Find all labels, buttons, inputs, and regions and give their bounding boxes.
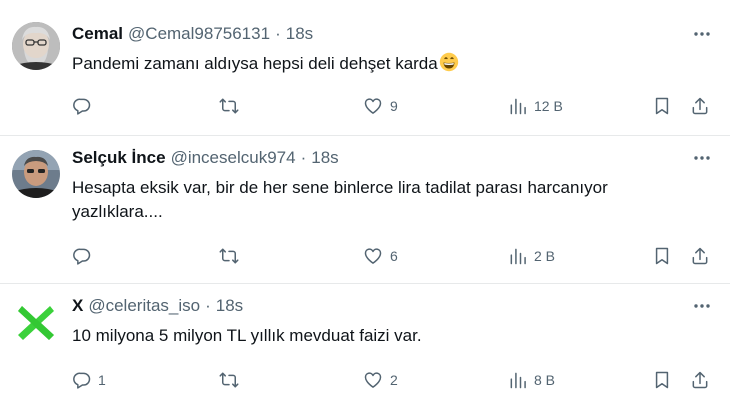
separator-dot: · [300, 148, 307, 167]
more-button[interactable] [692, 296, 712, 316]
tweet-header: Cemal @Cemal98756131 · 18s [72, 22, 712, 46]
timestamp[interactable]: 18s [286, 22, 313, 46]
tweet[interactable]: Cemal @Cemal98756131 · 18s Pandemi zaman… [0, 0, 730, 136]
tweet-actions: 6 2 B [72, 244, 712, 268]
bookmark-button[interactable] [652, 368, 672, 392]
bookmark-button[interactable] [652, 244, 672, 268]
tweet-text: 10 milyona 5 milyon TL yıllık mevduat fa… [72, 324, 692, 348]
reply-button[interactable]: 1 [72, 368, 106, 392]
bookmark-icon [655, 97, 669, 115]
more-button[interactable] [692, 24, 712, 44]
tweet-content: Selçuk İnce @inceselcuk974 · 18s Hesapta… [72, 146, 712, 265]
like-button[interactable]: 6 [362, 244, 398, 268]
views-button[interactable]: 8 B [508, 368, 555, 392]
display-name[interactable]: Cemal [72, 22, 123, 46]
avatar[interactable] [12, 298, 60, 346]
views-icon [510, 98, 526, 115]
reply-button[interactable] [72, 244, 98, 268]
like-button[interactable]: 2 [362, 368, 398, 392]
tweet-text: Hesapta eksik var, bir de her sene binle… [72, 176, 692, 224]
avatar[interactable] [12, 150, 60, 198]
timestamp[interactable]: 18s [216, 294, 243, 318]
tweet-header: X @celeritas_iso · 18s [72, 294, 712, 318]
retweet-icon [219, 248, 239, 264]
reply-count: 1 [98, 372, 106, 388]
reply-icon [73, 98, 91, 115]
display-name[interactable]: Selçuk İnce [72, 146, 166, 170]
reply-icon [73, 372, 91, 389]
bookmark-icon [655, 371, 669, 389]
more-icon [694, 156, 710, 160]
tweet-content: Cemal @Cemal98756131 · 18s Pandemi zaman… [72, 22, 712, 115]
share-button[interactable] [690, 368, 710, 392]
tweet[interactable]: X @celeritas_iso · 18s 10 milyona 5 mily… [0, 284, 730, 420]
separator-dot: · [275, 24, 281, 43]
views-count: 2 B [534, 248, 556, 264]
heart-icon [364, 248, 382, 264]
views-count: 12 B [534, 98, 563, 114]
grinning-face-emoji-icon [439, 52, 458, 72]
retweet-button[interactable] [218, 94, 246, 118]
more-button[interactable] [692, 148, 712, 168]
share-icon [692, 97, 708, 115]
bookmark-icon [655, 247, 669, 265]
retweet-button[interactable] [218, 244, 246, 268]
tweet-text-content: Hesapta eksik var, bir de her sene binle… [72, 178, 608, 221]
share-button[interactable] [690, 94, 710, 118]
tweet-actions: 9 12 B [72, 94, 712, 118]
heart-icon [364, 98, 382, 114]
retweet-button[interactable] [218, 368, 246, 392]
views-count: 8 B [534, 372, 556, 388]
user-handle[interactable]: @celeritas_iso [88, 294, 200, 318]
share-icon [692, 247, 708, 265]
retweet-icon [219, 372, 239, 388]
tweet-actions: 1 2 8 B [72, 368, 712, 392]
tweet-header: Selçuk İnce @inceselcuk974 · 18s [72, 146, 712, 170]
display-name[interactable]: X [72, 294, 83, 318]
views-button[interactable]: 12 B [508, 94, 563, 118]
more-icon [694, 304, 710, 308]
avatar-photo [12, 150, 60, 198]
green-x-avatar-icon [12, 298, 60, 346]
retweet-icon [219, 98, 239, 114]
reply-feed: Cemal @Cemal98756131 · 18s Pandemi zaman… [0, 0, 730, 420]
like-count: 6 [390, 248, 398, 264]
user-handle[interactable]: @inceselcuk974 [171, 146, 296, 170]
tweet-text-content: 10 milyona 5 milyon TL yıllık mevduat fa… [72, 326, 422, 345]
reply-button[interactable] [72, 94, 98, 118]
more-icon [694, 32, 710, 36]
like-count: 2 [390, 372, 398, 388]
heart-icon [364, 372, 382, 388]
user-handle[interactable]: @Cemal98756131 [128, 22, 270, 46]
views-icon [510, 372, 526, 389]
views-button[interactable]: 2 B [508, 244, 555, 268]
separator-dot: · [205, 296, 211, 315]
avatar-photo [12, 22, 60, 70]
like-button[interactable]: 9 [362, 94, 398, 118]
tweet-text-content: Pandemi zamanı aldıysa hepsi deli dehşet… [72, 54, 438, 73]
tweet-content: X @celeritas_iso · 18s 10 milyona 5 mily… [72, 294, 712, 389]
timestamp[interactable]: 18s [311, 146, 338, 170]
reply-icon [73, 248, 91, 265]
like-count: 9 [390, 98, 398, 114]
views-icon [510, 248, 526, 265]
avatar[interactable] [12, 22, 60, 70]
tweet-text: Pandemi zamanı aldıysa hepsi deli dehşet… [72, 52, 692, 76]
share-icon [692, 371, 708, 389]
share-button[interactable] [690, 244, 710, 268]
bookmark-button[interactable] [652, 94, 672, 118]
tweet[interactable]: Selçuk İnce @inceselcuk974 · 18s Hesapta… [0, 136, 730, 284]
